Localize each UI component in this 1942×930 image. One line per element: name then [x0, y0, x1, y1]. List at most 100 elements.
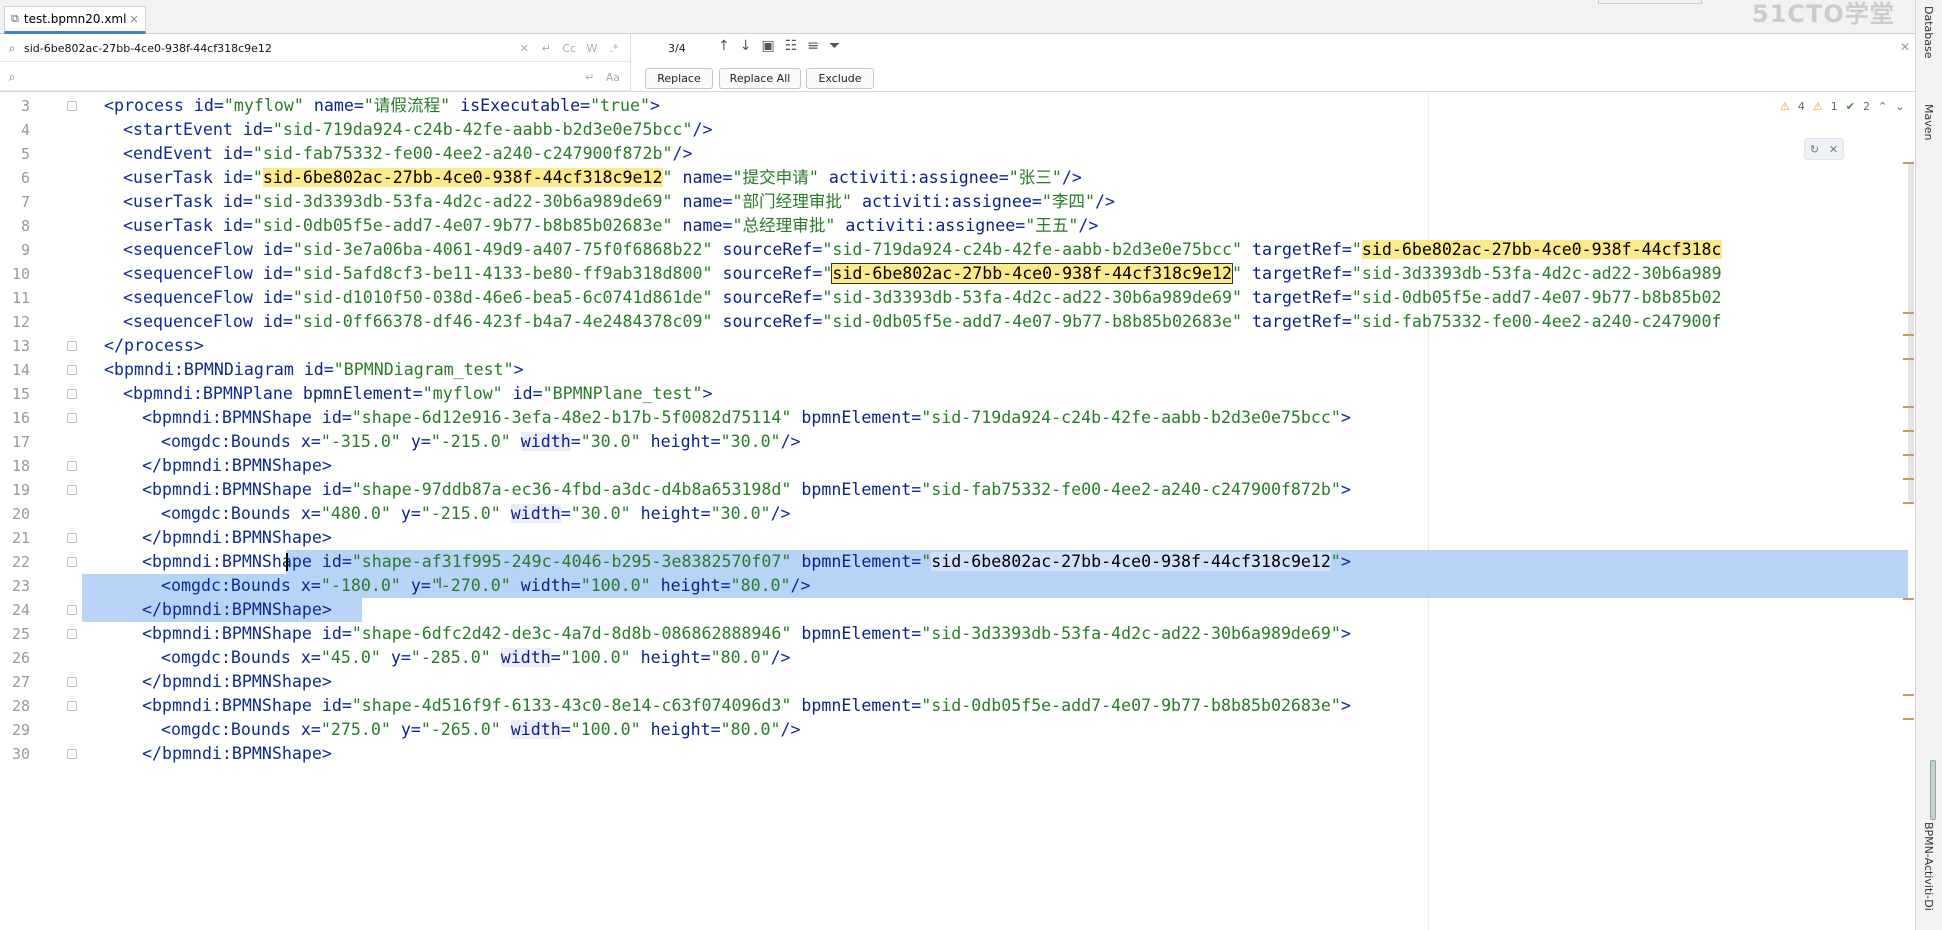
filter-search-icon[interactable]: ☷: [785, 38, 798, 54]
scroll-marker[interactable]: [1903, 406, 1914, 408]
history-icon[interactable]: ↵: [540, 42, 552, 55]
scroll-marker[interactable]: [1903, 718, 1914, 720]
code-token: "sid-5afd8cf3-be11-4133-be80-ff9ab318d80…: [292, 264, 713, 283]
code-line[interactable]: 10 <sequenceFlow id="sid-5afd8cf3-be11-41…: [0, 262, 1915, 286]
scroll-marker[interactable]: [1903, 694, 1914, 696]
code-token: "shape-4d516f9f-6133-43c0-8e14-c63f07409…: [351, 696, 792, 715]
fold-marker-icon[interactable]: [67, 461, 77, 471]
scroll-marker[interactable]: [1903, 334, 1914, 336]
code-line[interactable]: 13 </process>: [0, 334, 1915, 358]
code-line[interactable]: 12 <sequenceFlow id="sid-0ff66378-df46-42…: [0, 310, 1915, 334]
multiline-icon[interactable]: ≡: [807, 38, 819, 54]
editor-tab[interactable]: ⧉ test.bpmn20.xml ×: [4, 6, 146, 34]
code-line[interactable]: 22 <bpmndi:BPMNShape id="shape-af31f995-2…: [0, 550, 1915, 574]
fold-marker-icon[interactable]: [67, 413, 77, 423]
watermark-logo: 51CTO学堂: [1752, 0, 1895, 28]
replace-button[interactable]: Replace: [645, 68, 713, 89]
regex-toggle[interactable]: .*: [608, 42, 620, 55]
code-line[interactable]: 29 <omgdc:Bounds x="275.0" y="-265.0" wid…: [0, 718, 1915, 742]
search-input[interactable]: [24, 41, 519, 55]
code-line[interactable]: 7 <userTask id="sid-3d3393db-53fa-4d2c-ad…: [0, 190, 1915, 214]
clear-search-icon[interactable]: ✕: [518, 42, 530, 55]
whole-words-toggle[interactable]: W: [586, 42, 598, 55]
code-token: =: [911, 480, 922, 499]
code-line[interactable]: 27 </bpmndi:BPMNShape>: [0, 670, 1915, 694]
code-token: =: [420, 432, 431, 451]
code-line[interactable]: 5 <endEvent id="sid-fab75332-fe00-4ee2-a2…: [0, 142, 1915, 166]
prev-match-icon[interactable]: ↑: [718, 38, 730, 54]
code-line[interactable]: 8 <userTask id="sid-0db05f5e-add7-4e07-9b…: [0, 214, 1915, 238]
code-token: =: [310, 576, 321, 595]
fold-marker-icon[interactable]: [67, 749, 77, 759]
code-line[interactable]: 16 <bpmndi:BPMNShape id="shape-6d12e916-3…: [0, 406, 1915, 430]
fold-marker-icon[interactable]: [67, 101, 77, 111]
fold-marker-icon[interactable]: [67, 341, 77, 351]
code-line[interactable]: 19 <bpmndi:BPMNShape id="shape-97ddb87a-e…: [0, 478, 1915, 502]
toolbar-fragment: [1598, 0, 1702, 4]
code-line[interactable]: 3 <process id="myflow" name="请假流程" isExec…: [0, 94, 1915, 118]
fold-marker-icon[interactable]: [67, 389, 77, 399]
code-token: =: [410, 720, 421, 739]
code-text: </bpmndi:BPMNShape>: [142, 526, 332, 550]
fold-marker-icon[interactable]: [67, 677, 77, 687]
fold-marker-icon[interactable]: [67, 701, 77, 711]
fold-marker-icon[interactable]: [67, 365, 77, 375]
fold-marker-icon[interactable]: [67, 557, 77, 567]
code-line[interactable]: 21 </bpmndi:BPMNShape>: [0, 526, 1915, 550]
scroll-marker[interactable]: [1903, 454, 1914, 456]
select-all-occurrences-icon[interactable]: ▣: [761, 38, 774, 54]
fold-marker-icon[interactable]: [67, 629, 77, 639]
code-token: ": [252, 168, 263, 187]
code-line[interactable]: 30 </bpmndi:BPMNShape>: [0, 742, 1915, 766]
newline-icon[interactable]: ↵: [584, 71, 596, 84]
code-token: =: [282, 312, 293, 331]
code-line[interactable]: 24 </bpmndi:BPMNShape>: [0, 598, 1915, 622]
scroll-marker[interactable]: [1903, 312, 1914, 314]
line-number: 10: [11, 265, 30, 283]
code-token: "BPMNDiagram_test": [333, 360, 514, 379]
code-token: />: [780, 432, 801, 451]
close-find-icon[interactable]: ✕: [1900, 40, 1910, 54]
close-tab-icon[interactable]: ×: [129, 12, 139, 26]
code-line[interactable]: 9 <sequenceFlow id="sid-3e7a06ba-4061-49d…: [0, 238, 1915, 262]
scroll-marker[interactable]: [1903, 430, 1914, 432]
preserve-case-toggle[interactable]: Aa: [606, 71, 620, 84]
code-line[interactable]: 17 <omgdc:Bounds x="-315.0" y="-215.0" wi…: [0, 430, 1915, 454]
exclude-button[interactable]: Exclude: [806, 68, 874, 89]
line-number: 4: [20, 121, 30, 139]
code-line[interactable]: 6 <userTask id="sid-6be802ac-27bb-4ce0-93…: [0, 166, 1915, 190]
code-token: "100.0": [570, 720, 641, 739]
code-line[interactable]: 28 <bpmndi:BPMNShape id="shape-4d516f9f-6…: [0, 694, 1915, 718]
replace-input[interactable]: [24, 70, 584, 84]
filter-icon[interactable]: ⏷: [829, 38, 840, 54]
search-icon[interactable]: ⌕: [0, 41, 24, 56]
code-line[interactable]: 20 <omgdc:Bounds x="480.0" y="-215.0" wid…: [0, 502, 1915, 526]
scroll-marker[interactable]: [1903, 478, 1914, 480]
code-editor[interactable]: ⚠ 4 ⚠ 1 ✔ 2 ⌃ ⌄ ↻ ✕ 3 <process id="myflow…: [0, 92, 1915, 930]
replace-all-button[interactable]: Replace All: [719, 68, 801, 89]
database-tool-button[interactable]: Database: [1922, 6, 1935, 59]
fold-marker-icon[interactable]: [67, 485, 77, 495]
maven-tool-button[interactable]: Maven: [1922, 104, 1935, 140]
fold-marker-icon[interactable]: [67, 605, 77, 615]
code-line[interactable]: 26 <omgdc:Bounds x="45.0" y="-285.0" widt…: [0, 646, 1915, 670]
code-line[interactable]: 14 <bpmndi:BPMNDiagram id="BPMNDiagram_te…: [0, 358, 1915, 382]
code-line[interactable]: 18 </bpmndi:BPMNShape>: [0, 454, 1915, 478]
match-case-toggle[interactable]: Cc: [562, 42, 576, 55]
code-line[interactable]: 4 <startEvent id="sid-719da924-c24b-42fe-…: [0, 118, 1915, 142]
fold-marker-icon[interactable]: [67, 533, 77, 543]
code-token: />: [770, 648, 791, 667]
code-line[interactable]: 11 <sequenceFlow id="sid-d1010f50-038d-46…: [0, 286, 1915, 310]
code-line[interactable]: 15 <bpmndi:BPMNPlane bpmnElement="myflow"…: [0, 382, 1915, 406]
next-match-icon[interactable]: ↓: [740, 38, 752, 54]
line-number: 3: [20, 97, 30, 115]
scroll-marker[interactable]: [1903, 502, 1914, 504]
scroll-marker[interactable]: [1903, 358, 1914, 360]
bpmn-designer-tool-button[interactable]: BPMN-Activiti-Di: [1922, 822, 1935, 911]
scroll-marker[interactable]: [1903, 598, 1914, 600]
scroll-marker[interactable]: [1903, 162, 1914, 164]
code-line[interactable]: 25 <bpmndi:BPMNShape id="shape-6dfc2d42-d…: [0, 622, 1915, 646]
code-line[interactable]: 23 <omgdc:Bounds x="-180.0" y="-270.0" wi…: [0, 574, 1915, 598]
